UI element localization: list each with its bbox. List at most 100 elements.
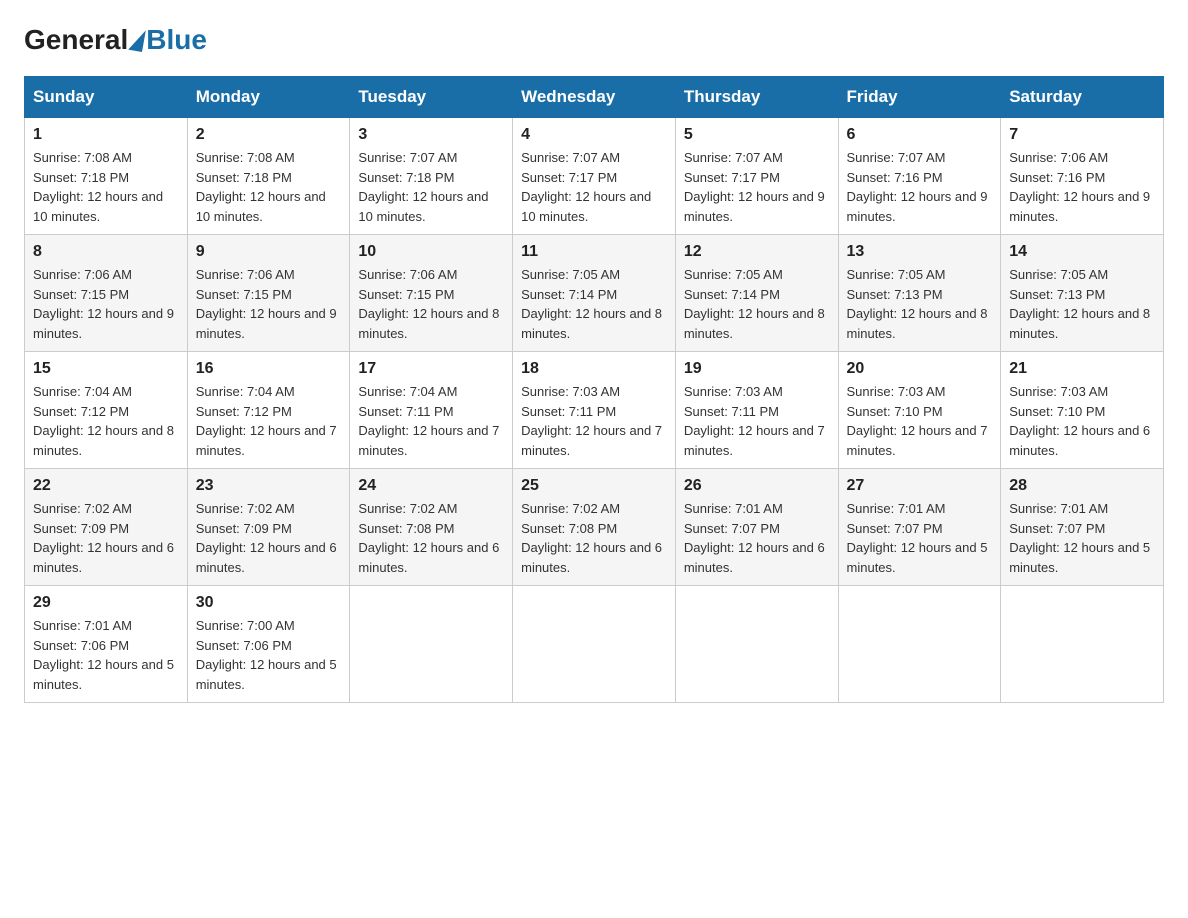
- calendar-week-row-5: 29 Sunrise: 7:01 AMSunset: 7:06 PMDayligh…: [25, 586, 1164, 703]
- calendar-cell: 6 Sunrise: 7:07 AMSunset: 7:16 PMDaylight…: [838, 118, 1001, 235]
- day-info: Sunrise: 7:04 AMSunset: 7:12 PMDaylight:…: [33, 382, 179, 460]
- calendar-cell: 3 Sunrise: 7:07 AMSunset: 7:18 PMDaylight…: [350, 118, 513, 235]
- day-number: 7: [1009, 126, 1155, 144]
- day-info: Sunrise: 7:01 AMSunset: 7:07 PMDaylight:…: [847, 499, 993, 577]
- day-info: Sunrise: 7:03 AMSunset: 7:10 PMDaylight:…: [1009, 382, 1155, 460]
- day-number: 22: [33, 477, 179, 495]
- weekday-header-monday: Monday: [187, 77, 350, 118]
- calendar-cell: 24Sunrise: 7:02 AMSunset: 7:08 PMDayligh…: [350, 469, 513, 586]
- weekday-header-wednesday: Wednesday: [513, 77, 676, 118]
- day-number: 5: [684, 126, 830, 144]
- weekday-header-row: SundayMondayTuesdayWednesdayThursdayFrid…: [25, 77, 1164, 118]
- calendar-cell: 17Sunrise: 7:04 AMSunset: 7:11 PMDayligh…: [350, 352, 513, 469]
- calendar-cell: 12 Sunrise: 7:05 AMSunset: 7:14 PMDayligh…: [675, 235, 838, 352]
- calendar-cell: 4 Sunrise: 7:07 AMSunset: 7:17 PMDaylight…: [513, 118, 676, 235]
- calendar-cell: [513, 586, 676, 703]
- day-number: 18: [521, 360, 667, 378]
- day-number: 13: [847, 243, 993, 261]
- day-info: Sunrise: 7:04 AMSunset: 7:11 PMDaylight:…: [358, 382, 504, 460]
- day-number: 10: [358, 243, 504, 261]
- calendar-cell: 25 Sunrise: 7:02 AMSunset: 7:08 PMDayligh…: [513, 469, 676, 586]
- day-info: Sunrise: 7:05 AMSunset: 7:13 PMDaylight:…: [847, 265, 993, 343]
- day-number: 30: [196, 594, 342, 612]
- day-number: 28: [1009, 477, 1155, 495]
- calendar-cell: [675, 586, 838, 703]
- calendar-cell: 29 Sunrise: 7:01 AMSunset: 7:06 PMDayligh…: [25, 586, 188, 703]
- day-info: Sunrise: 7:07 AMSunset: 7:18 PMDaylight:…: [358, 148, 504, 226]
- day-number: 12: [684, 243, 830, 261]
- day-number: 14: [1009, 243, 1155, 261]
- calendar-cell: 16 Sunrise: 7:04 AMSunset: 7:12 PMDayligh…: [187, 352, 350, 469]
- calendar-week-row-2: 8Sunrise: 7:06 AMSunset: 7:15 PMDaylight…: [25, 235, 1164, 352]
- day-info: Sunrise: 7:02 AMSunset: 7:08 PMDaylight:…: [358, 499, 504, 577]
- day-number: 21: [1009, 360, 1155, 378]
- logo-triangle-icon: [128, 28, 146, 52]
- calendar-cell: 5 Sunrise: 7:07 AMSunset: 7:17 PMDaylight…: [675, 118, 838, 235]
- day-number: 20: [847, 360, 993, 378]
- calendar-cell: 21 Sunrise: 7:03 AMSunset: 7:10 PMDayligh…: [1001, 352, 1164, 469]
- weekday-header-friday: Friday: [838, 77, 1001, 118]
- logo-general-text: General: [24, 24, 128, 56]
- calendar-cell: 20 Sunrise: 7:03 AMSunset: 7:10 PMDayligh…: [838, 352, 1001, 469]
- calendar-table: SundayMondayTuesdayWednesdayThursdayFrid…: [24, 76, 1164, 703]
- day-number: 23: [196, 477, 342, 495]
- calendar-cell: 27Sunrise: 7:01 AMSunset: 7:07 PMDayligh…: [838, 469, 1001, 586]
- day-info: Sunrise: 7:07 AMSunset: 7:16 PMDaylight:…: [847, 148, 993, 226]
- day-info: Sunrise: 7:06 AMSunset: 7:15 PMDaylight:…: [33, 265, 179, 343]
- day-info: Sunrise: 7:05 AMSunset: 7:14 PMDaylight:…: [521, 265, 667, 343]
- day-info: Sunrise: 7:07 AMSunset: 7:17 PMDaylight:…: [521, 148, 667, 226]
- day-number: 16: [196, 360, 342, 378]
- day-number: 2: [196, 126, 342, 144]
- day-info: Sunrise: 7:00 AMSunset: 7:06 PMDaylight:…: [196, 616, 342, 694]
- day-number: 11: [521, 243, 667, 261]
- calendar-cell: 13 Sunrise: 7:05 AMSunset: 7:13 PMDayligh…: [838, 235, 1001, 352]
- calendar-cell: 19Sunrise: 7:03 AMSunset: 7:11 PMDayligh…: [675, 352, 838, 469]
- day-info: Sunrise: 7:05 AMSunset: 7:13 PMDaylight:…: [1009, 265, 1155, 343]
- logo: General Blue: [24, 24, 207, 56]
- calendar-cell: 23 Sunrise: 7:02 AMSunset: 7:09 PMDayligh…: [187, 469, 350, 586]
- day-info: Sunrise: 7:07 AMSunset: 7:17 PMDaylight:…: [684, 148, 830, 226]
- calendar-cell: 18 Sunrise: 7:03 AMSunset: 7:11 PMDayligh…: [513, 352, 676, 469]
- calendar-cell: 7 Sunrise: 7:06 AMSunset: 7:16 PMDaylight…: [1001, 118, 1164, 235]
- logo-blue-text: Blue: [146, 24, 207, 56]
- weekday-header-saturday: Saturday: [1001, 77, 1164, 118]
- calendar-cell: [350, 586, 513, 703]
- day-info: Sunrise: 7:03 AMSunset: 7:11 PMDaylight:…: [521, 382, 667, 460]
- day-number: 9: [196, 243, 342, 261]
- weekday-header-sunday: Sunday: [25, 77, 188, 118]
- weekday-header-thursday: Thursday: [675, 77, 838, 118]
- day-number: 25: [521, 477, 667, 495]
- day-info: Sunrise: 7:08 AMSunset: 7:18 PMDaylight:…: [196, 148, 342, 226]
- day-info: Sunrise: 7:01 AMSunset: 7:07 PMDaylight:…: [1009, 499, 1155, 577]
- day-info: Sunrise: 7:02 AMSunset: 7:09 PMDaylight:…: [196, 499, 342, 577]
- day-info: Sunrise: 7:02 AMSunset: 7:08 PMDaylight:…: [521, 499, 667, 577]
- day-info: Sunrise: 7:01 AMSunset: 7:07 PMDaylight:…: [684, 499, 830, 577]
- weekday-header-tuesday: Tuesday: [350, 77, 513, 118]
- calendar-cell: 10 Sunrise: 7:06 AMSunset: 7:15 PMDayligh…: [350, 235, 513, 352]
- calendar-cell: 2 Sunrise: 7:08 AMSunset: 7:18 PMDaylight…: [187, 118, 350, 235]
- day-info: Sunrise: 7:06 AMSunset: 7:15 PMDaylight:…: [358, 265, 504, 343]
- calendar-cell: 22 Sunrise: 7:02 AMSunset: 7:09 PMDayligh…: [25, 469, 188, 586]
- day-number: 15: [33, 360, 179, 378]
- day-number: 6: [847, 126, 993, 144]
- calendar-cell: 26 Sunrise: 7:01 AMSunset: 7:07 PMDayligh…: [675, 469, 838, 586]
- day-info: Sunrise: 7:05 AMSunset: 7:14 PMDaylight:…: [684, 265, 830, 343]
- day-number: 3: [358, 126, 504, 144]
- day-number: 4: [521, 126, 667, 144]
- day-info: Sunrise: 7:06 AMSunset: 7:16 PMDaylight:…: [1009, 148, 1155, 226]
- calendar-cell: [838, 586, 1001, 703]
- day-info: Sunrise: 7:04 AMSunset: 7:12 PMDaylight:…: [196, 382, 342, 460]
- day-info: Sunrise: 7:02 AMSunset: 7:09 PMDaylight:…: [33, 499, 179, 577]
- day-info: Sunrise: 7:01 AMSunset: 7:06 PMDaylight:…: [33, 616, 179, 694]
- calendar-cell: 14 Sunrise: 7:05 AMSunset: 7:13 PMDayligh…: [1001, 235, 1164, 352]
- day-number: 26: [684, 477, 830, 495]
- day-info: Sunrise: 7:06 AMSunset: 7:15 PMDaylight:…: [196, 265, 342, 343]
- day-number: 19: [684, 360, 830, 378]
- day-info: Sunrise: 7:03 AMSunset: 7:10 PMDaylight:…: [847, 382, 993, 460]
- calendar-cell: 8Sunrise: 7:06 AMSunset: 7:15 PMDaylight…: [25, 235, 188, 352]
- calendar-cell: 11 Sunrise: 7:05 AMSunset: 7:14 PMDayligh…: [513, 235, 676, 352]
- calendar-week-row-4: 22 Sunrise: 7:02 AMSunset: 7:09 PMDayligh…: [25, 469, 1164, 586]
- day-number: 29: [33, 594, 179, 612]
- calendar-cell: [1001, 586, 1164, 703]
- calendar-cell: 9 Sunrise: 7:06 AMSunset: 7:15 PMDaylight…: [187, 235, 350, 352]
